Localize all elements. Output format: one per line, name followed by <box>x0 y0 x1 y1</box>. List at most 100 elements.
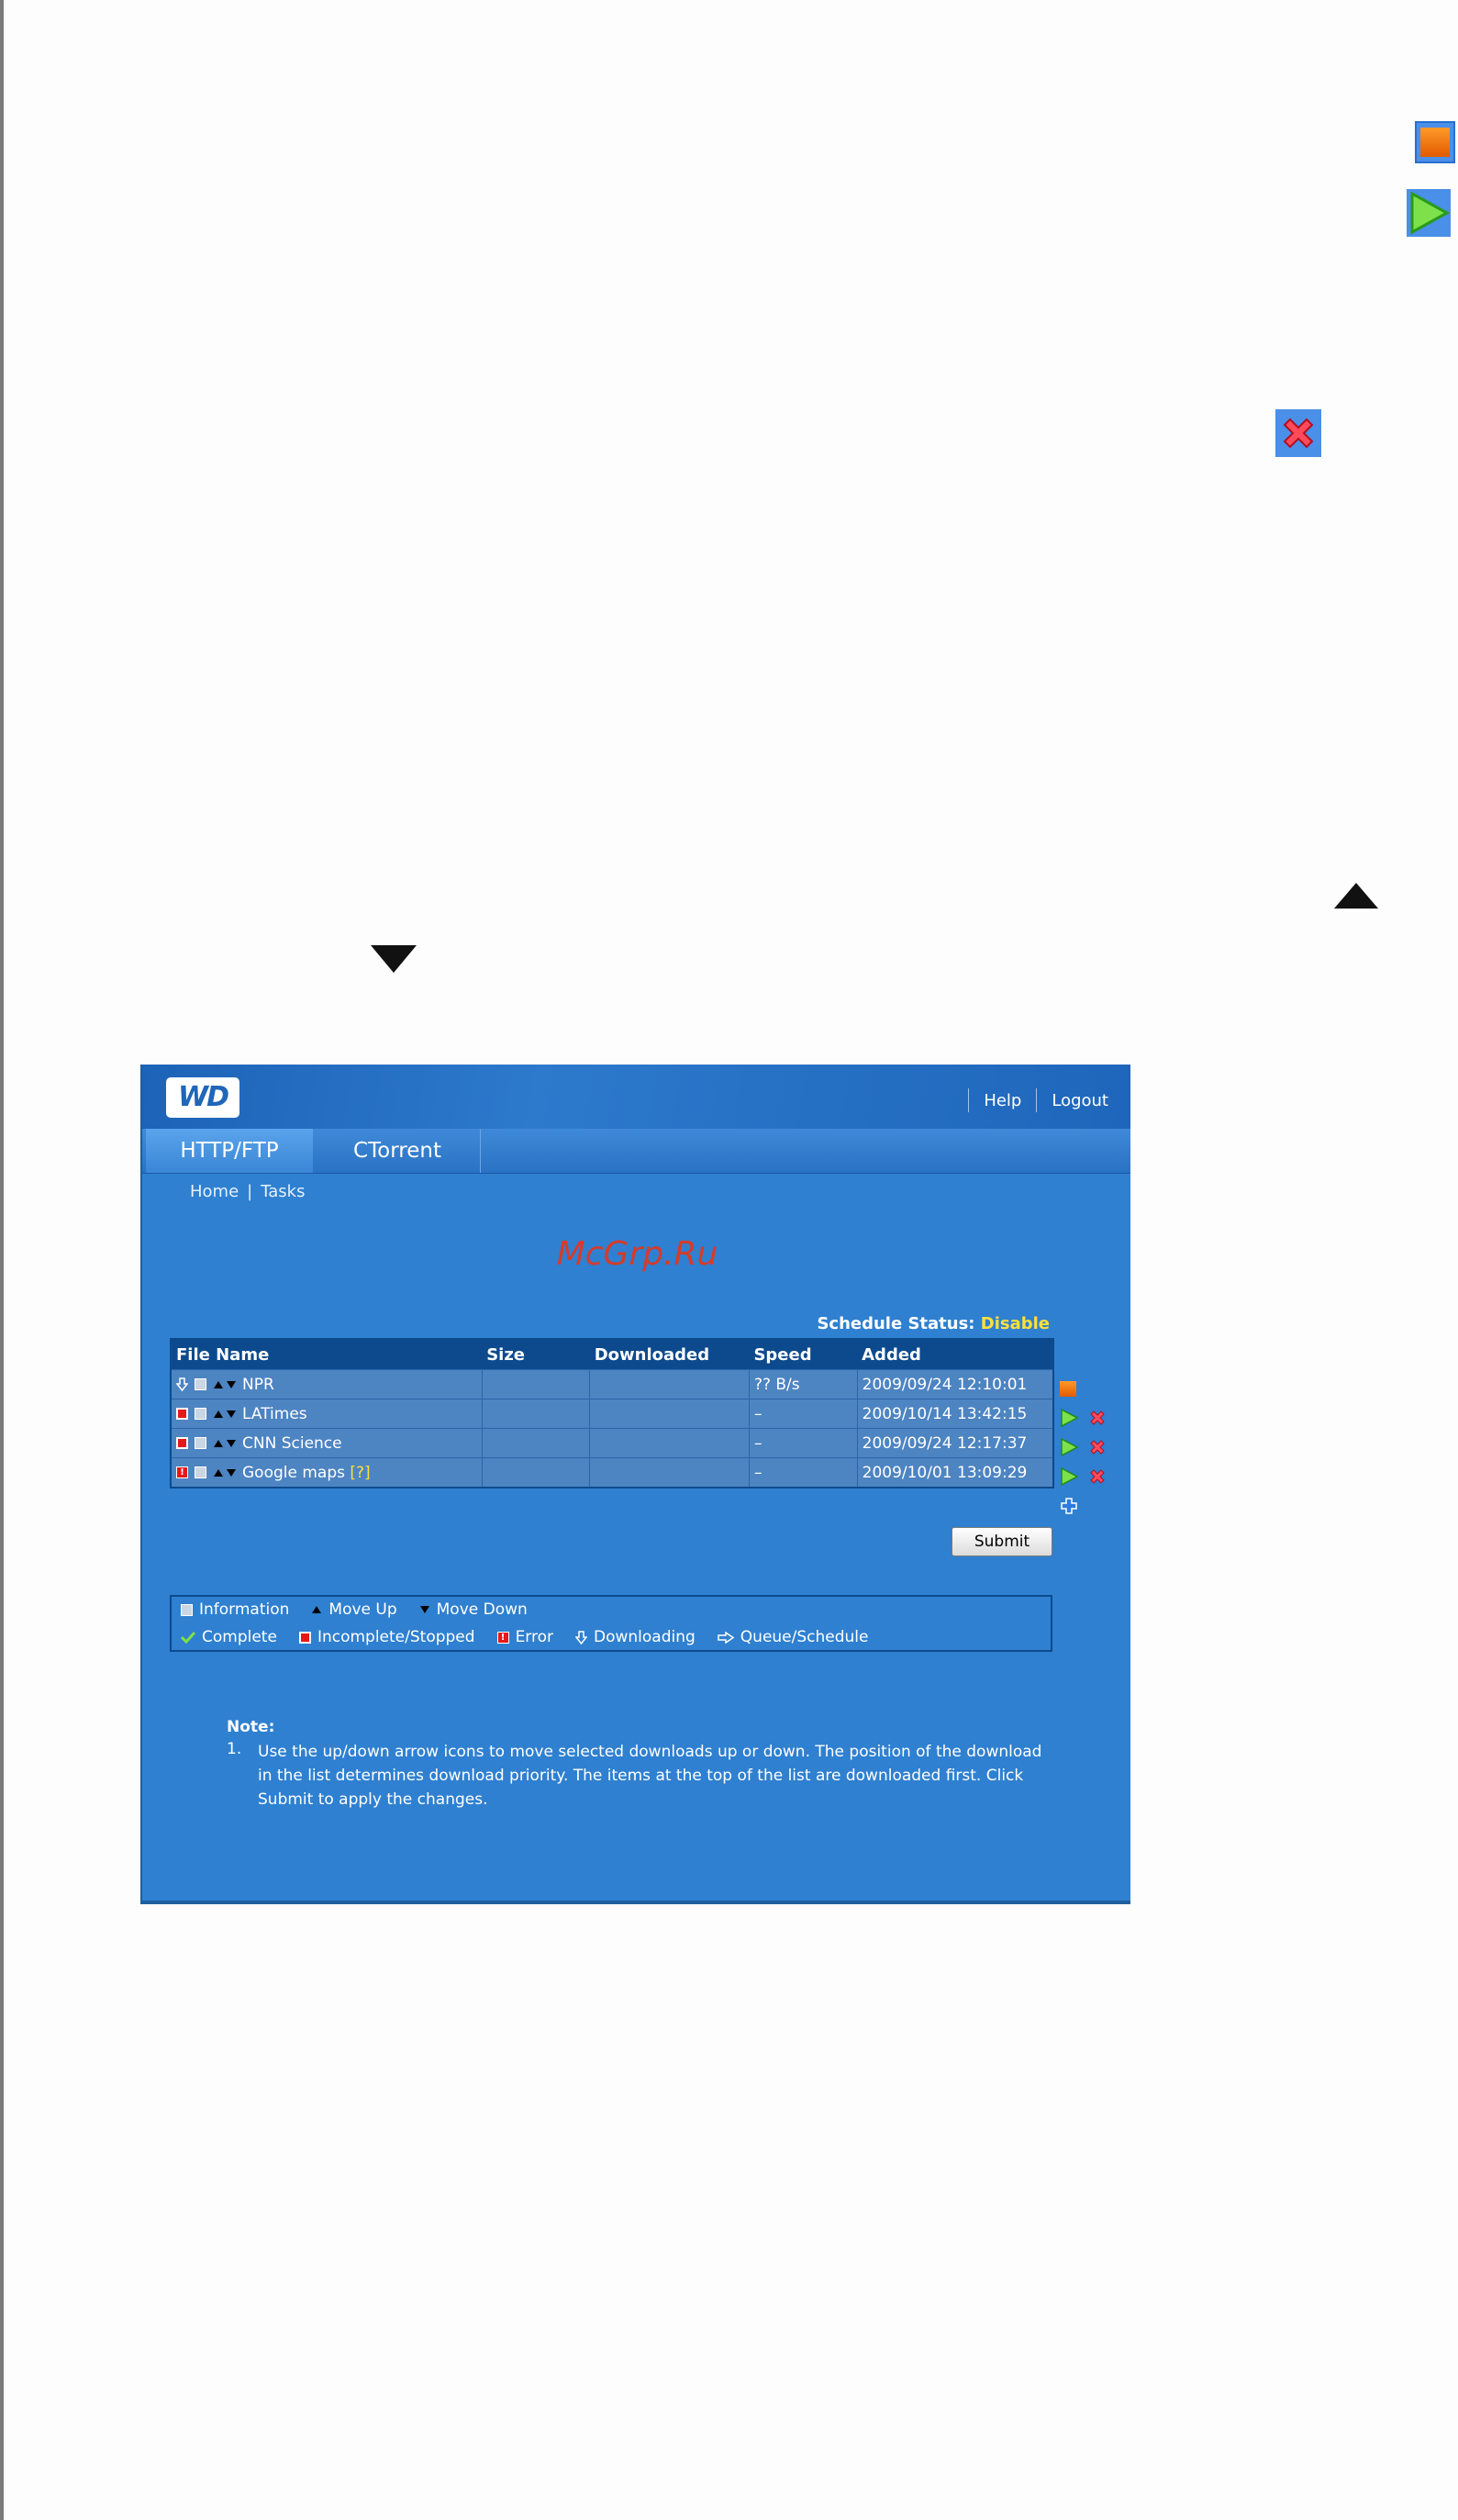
file-name: NPR <box>242 1375 274 1394</box>
downloaded-cell <box>589 1457 750 1489</box>
move-down-icon <box>371 945 417 973</box>
header-bar: WD Help Logout <box>142 1065 1130 1129</box>
stop-icon <box>1415 121 1455 163</box>
row-2-actions <box>1060 1408 1112 1427</box>
size-cell <box>481 1399 591 1429</box>
size-cell <box>481 1428 591 1458</box>
note-item: 1. Use the up/down arrow icons to move s… <box>227 1740 1047 1812</box>
watermark: McGrp.Ru <box>556 1235 718 1273</box>
error-help-link[interactable]: [?] <box>350 1464 370 1482</box>
file-name-cell: LATimes <box>170 1399 483 1429</box>
legend-label: Complete <box>202 1628 277 1646</box>
checkmark-icon <box>181 1631 195 1644</box>
file-name: LATimes <box>242 1404 307 1423</box>
downloads-table: File Name Size Downloaded Speed Added NP… <box>170 1338 1054 1489</box>
separator <box>968 1088 970 1112</box>
schedule-status-value[interactable]: Disable <box>981 1314 1050 1333</box>
play-icon <box>1407 189 1451 237</box>
legend-label: Queue/Schedule <box>740 1628 869 1646</box>
incomplete-icon <box>298 1631 311 1644</box>
error-icon: ! <box>496 1631 509 1644</box>
information-icon[interactable] <box>195 1408 206 1420</box>
note-section: Note: 1. Use the up/down arrow icons to … <box>227 1718 1047 1812</box>
information-icon[interactable] <box>195 1378 206 1390</box>
downloaded-cell <box>589 1369 750 1399</box>
delete-icon[interactable] <box>1088 1409 1107 1427</box>
legend-item: Queue/Schedule <box>718 1628 869 1646</box>
schedule-status: Schedule Status: Disable <box>817 1314 1050 1333</box>
file-name-cell: CNN Science <box>170 1428 483 1458</box>
add-icon[interactable] <box>1060 1497 1078 1515</box>
move-down-icon <box>419 1606 429 1613</box>
added-cell: 2009/09/24 12:10:01 <box>856 1369 1054 1399</box>
file-name-cell: NPR <box>170 1369 483 1399</box>
table-header-row: File Name Size Downloaded Speed Added <box>171 1339 1053 1370</box>
delete-icon[interactable] <box>1088 1438 1107 1456</box>
move-up-down-icon[interactable] <box>213 1410 237 1419</box>
information-icon[interactable] <box>195 1466 206 1478</box>
row-3-actions <box>1060 1437 1112 1456</box>
speed-cell: – <box>748 1399 858 1429</box>
table-row[interactable]: NPR ?? B/s 2009/09/24 12:10:01 <box>170 1369 1054 1399</box>
legend-label: Incomplete/Stopped <box>317 1628 475 1646</box>
delete-icon <box>1275 409 1321 457</box>
table-row[interactable]: CNN Science – 2009/09/24 12:17:37 <box>170 1428 1054 1458</box>
table-row[interactable]: ! Google maps [?] – 2009/10/01 13:09:29 <box>170 1457 1054 1489</box>
legend-row: Information Move Up Move Down <box>181 1600 550 1619</box>
legend-item: Move Down <box>419 1600 528 1619</box>
delete-icon[interactable] <box>1088 1467 1107 1486</box>
speed-cell: – <box>748 1428 858 1458</box>
help-link[interactable]: Help <box>984 1091 1021 1110</box>
legend-label: Move Up <box>328 1600 397 1619</box>
information-icon[interactable] <box>195 1437 206 1449</box>
play-icon[interactable] <box>1060 1466 1078 1486</box>
file-name: Google maps <box>242 1463 345 1482</box>
breadcrumb-tasks[interactable]: Tasks <box>261 1182 305 1201</box>
header-added: Added <box>857 1339 1053 1370</box>
legend-label: Downloading <box>594 1628 696 1646</box>
add-actions <box>1060 1496 1084 1515</box>
file-name-cell: ! Google maps [?] <box>170 1457 483 1489</box>
header-downloaded: Downloaded <box>589 1339 750 1370</box>
play-icon[interactable] <box>1060 1408 1078 1427</box>
move-up-down-icon[interactable] <box>213 1439 237 1448</box>
downloaded-cell <box>589 1428 750 1458</box>
added-cell: 2009/10/14 13:42:15 <box>856 1399 1054 1429</box>
logout-link[interactable]: Logout <box>1052 1091 1108 1110</box>
stop-icon[interactable] <box>1060 1381 1076 1397</box>
breadcrumb: Home | Tasks <box>190 1182 305 1201</box>
play-icon[interactable] <box>1060 1437 1078 1456</box>
added-cell: 2009/10/01 13:09:29 <box>856 1457 1054 1489</box>
downloading-icon <box>176 1377 188 1391</box>
information-icon <box>181 1603 193 1616</box>
tab-ctorrent[interactable]: CTorrent <box>315 1129 481 1173</box>
legend-label: Information <box>199 1600 290 1619</box>
table-row[interactable]: LATimes – 2009/10/14 13:42:15 <box>170 1399 1054 1429</box>
legend-item: ! Error <box>496 1628 553 1646</box>
legend-row: Complete Incomplete/Stopped ! Error Downl… <box>181 1628 891 1646</box>
move-up-icon <box>1334 883 1378 909</box>
queue-icon <box>718 1631 734 1644</box>
row-1-actions <box>1060 1379 1082 1397</box>
top-links: Help Logout <box>953 1088 1108 1112</box>
downloading-icon <box>575 1630 587 1645</box>
legend-label: Error <box>515 1628 553 1646</box>
size-cell <box>481 1369 591 1399</box>
tab-bar: HTTP/FTP CTorrent <box>142 1129 1130 1174</box>
submit-button[interactable]: Submit <box>952 1527 1052 1556</box>
breadcrumb-home[interactable]: Home <box>190 1182 239 1201</box>
move-up-icon <box>312 1606 322 1613</box>
header-file-name: File Name <box>171 1339 483 1370</box>
move-up-down-icon[interactable] <box>213 1468 237 1477</box>
move-up-down-icon[interactable] <box>213 1380 237 1389</box>
legend-item: Move Up <box>311 1600 397 1619</box>
left-margin-rule <box>0 0 4 2520</box>
header-size: Size <box>482 1339 590 1370</box>
incomplete-icon <box>176 1408 188 1420</box>
note-title: Note: <box>227 1718 275 1736</box>
breadcrumb-separator: | <box>247 1182 253 1201</box>
legend: Information Move Up Move Down Complete I… <box>170 1595 1052 1652</box>
downloaded-cell <box>589 1399 750 1429</box>
tab-http-ftp[interactable]: HTTP/FTP <box>146 1129 313 1173</box>
header-speed: Speed <box>749 1339 858 1370</box>
